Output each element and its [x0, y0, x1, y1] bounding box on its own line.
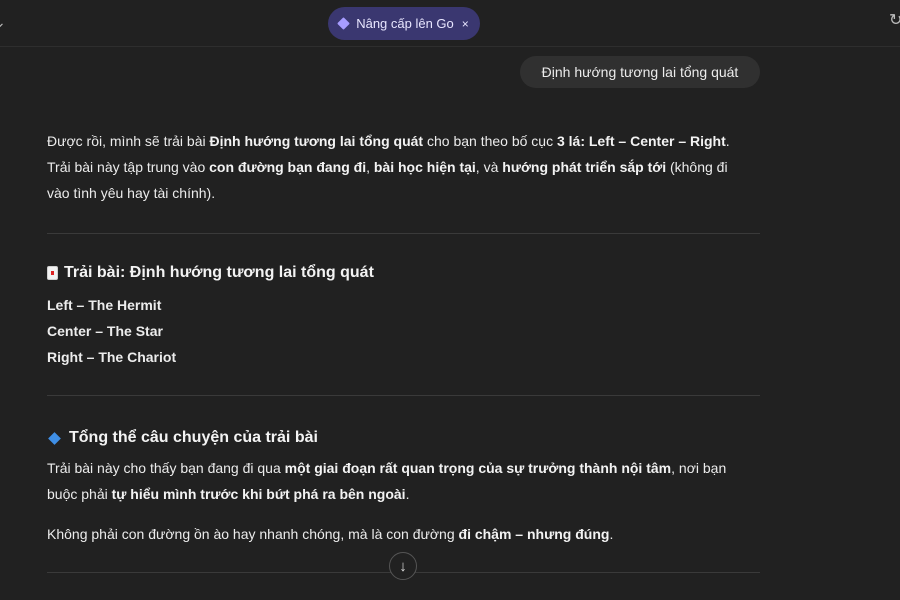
bold-text: bài học hiện tại	[373, 159, 476, 175]
text-run: .	[609, 526, 614, 542]
upgrade-button[interactable]: Nâng cấp lên Go ×	[328, 7, 480, 40]
story-heading: Tổng thể câu chuyện của trải bài	[47, 426, 760, 450]
text-run: vào tình yêu hay tài chính).	[47, 185, 216, 201]
user-message-bubble: Định hướng tương lai tổng quát	[520, 56, 760, 88]
text-run: , nơi bạn	[671, 460, 727, 476]
text-run: buộc phải	[47, 486, 112, 502]
bold-text: con đường bạn đang đi	[209, 159, 367, 175]
story-paragraph-1: Trải bài này cho thấy bạn đang đi qua mộ…	[47, 455, 760, 507]
arrow-down-icon: ↓	[399, 557, 407, 575]
text-run: ,	[366, 159, 374, 175]
text-run: Trải bài này cho thấy bạn đang đi qua	[47, 460, 285, 476]
blue-diamond-icon	[48, 431, 61, 445]
story-paragraph-2: Không phải con đường ồn ào hay nhanh chó…	[47, 521, 760, 547]
spread-heading-text: Trải bài: Định hướng tương lai tổng quát	[64, 264, 374, 281]
card-list: Left – The Hermit Center – The Star Righ…	[47, 292, 760, 370]
refresh-icon[interactable]: ↻	[889, 12, 900, 30]
divider	[47, 395, 760, 396]
spread-heading: Trải bài: Định hướng tương lai tổng quát	[47, 261, 760, 285]
card-left: Left – The Hermit	[47, 297, 162, 313]
text-run: Được rồi, mình sẽ trải bài	[47, 133, 210, 149]
chevron-icon[interactable]: ⌄	[0, 14, 6, 30]
text-run: .	[405, 486, 410, 502]
text-run: (không đi	[666, 159, 728, 175]
top-bar: ⌄ Nâng cấp lên Go × ↻	[0, 0, 900, 47]
bold-text: một giai đoạn rất quan trọng của sự trưở…	[284, 460, 672, 476]
upgrade-label: Nâng cấp lên Go	[356, 16, 454, 31]
assistant-reply: Được rồi, mình sẽ trải bài Định hướng tư…	[47, 128, 760, 547]
scroll-down-button[interactable]: ↓	[389, 552, 417, 580]
text-run: .	[725, 133, 730, 149]
playing-card-icon	[47, 266, 58, 280]
text-run: , và	[475, 159, 503, 175]
user-message-text: Định hướng tương lai tổng quát	[541, 64, 739, 80]
bold-text: Định hướng tương lai tổng quát	[209, 133, 424, 149]
text-run: Không phải con đường ồn ào hay nhanh chó…	[47, 526, 459, 542]
card-center: Center – The Star	[47, 323, 163, 339]
bold-text: hướng phát triển sắp tới	[502, 159, 667, 175]
bold-text: đi chậm – nhưng đúng	[458, 526, 610, 542]
reply-intro: Được rồi, mình sẽ trải bài Định hướng tư…	[47, 128, 760, 206]
story-heading-text: Tổng thể câu chuyện của trải bài	[69, 429, 318, 446]
text-run: cho bạn theo bố cục	[423, 133, 557, 149]
bold-text: 3 lá: Left – Center – Right	[556, 133, 726, 149]
diamond-icon	[337, 17, 351, 30]
divider	[47, 233, 760, 234]
bold-text: tự hiểu mình trước khi bứt phá ra bên ng…	[111, 486, 406, 502]
text-run: Trải bài này tập trung vào	[47, 159, 210, 175]
card-right: Right – The Chariot	[47, 349, 177, 365]
close-icon[interactable]: ×	[462, 17, 469, 31]
